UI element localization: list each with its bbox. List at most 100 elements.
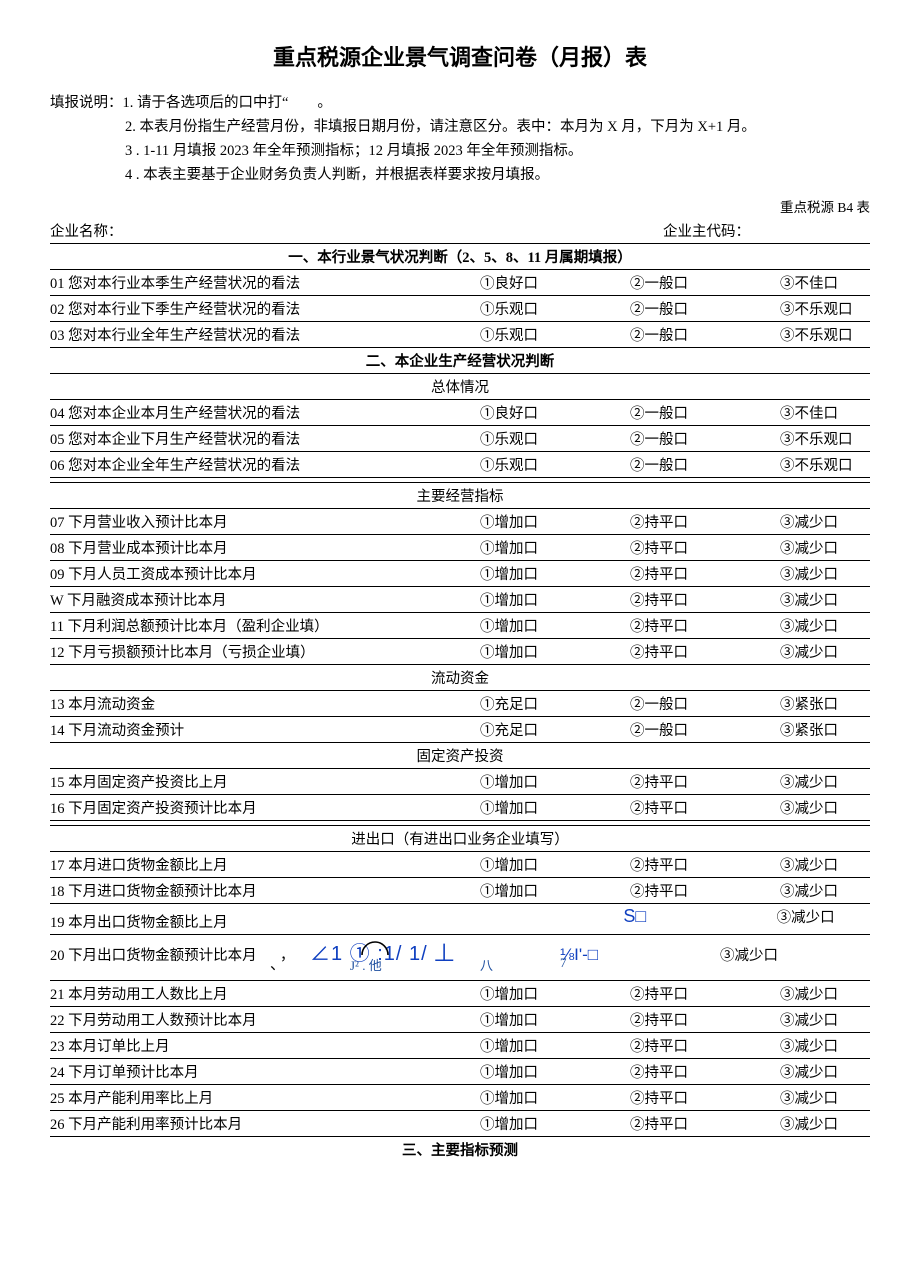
q20-opt2[interactable]: ⅛Ι'-□ <box>560 945 720 965</box>
q02-row: 02 您对本行业下季生产经营状况的看法 ①乐观口 ②一般口 ③不乐观口 <box>50 296 870 322</box>
q12-opt2[interactable]: ②持平口 <box>570 641 720 662</box>
q17-opt2[interactable]: ②持平口 <box>570 854 720 875</box>
q11-opt3[interactable]: ③减少口 <box>720 615 870 636</box>
q24-label: 24 下月订单预计比本月 <box>50 1061 390 1082</box>
q05-opt2[interactable]: ②一般口 <box>570 428 720 449</box>
q03-opt3[interactable]: ③不乐观口 <box>720 324 870 345</box>
q26-opt2[interactable]: ②持平口 <box>570 1113 720 1134</box>
q20-quote-mark: 、 <box>270 953 285 974</box>
q11-label: 11 下月利润总额预计比本月（盈利企业填） <box>50 615 390 636</box>
q23-opt1[interactable]: ①增加口 <box>390 1035 570 1056</box>
q01-opt2[interactable]: ②一般口 <box>570 272 720 293</box>
q18-opt3[interactable]: ③减少口 <box>720 880 870 901</box>
q09-opt3[interactable]: ③减少口 <box>720 563 870 584</box>
q09-opt1[interactable]: ①增加口 <box>390 563 570 584</box>
section-2-header: 二、本企业生产经营状况判断 <box>50 348 870 374</box>
q11-opt2[interactable]: ②持平口 <box>570 615 720 636</box>
q22-opt3[interactable]: ③减少口 <box>720 1009 870 1030</box>
q03-opt2[interactable]: ②一般口 <box>570 324 720 345</box>
q05-opt3[interactable]: ③不乐观口 <box>720 428 870 449</box>
q26-row: 26 下月产能利用率预计比本月 ①增加口 ②持平口 ③减少口 <box>50 1111 870 1137</box>
q02-opt3[interactable]: ③不乐观口 <box>720 298 870 319</box>
q22-opt2[interactable]: ②持平口 <box>570 1009 720 1030</box>
q14-row: 14 下月流动资金预计 ①充足口 ②一般口 ③紧张口 <box>50 717 870 743</box>
q07-opt3[interactable]: ③减少口 <box>720 511 870 532</box>
company-name-label: 企业名称： <box>50 220 123 241</box>
q18-row: 18 下月进口货物金额预计比本月 ①增加口 ②持平口 ③减少口 <box>50 878 870 904</box>
q18-opt1[interactable]: ①增加口 <box>390 880 570 901</box>
q01-opt3[interactable]: ③不佳口 <box>720 272 870 293</box>
q04-opt2[interactable]: ②一般口 <box>570 402 720 423</box>
q04-opt1[interactable]: ①良好口 <box>390 402 570 423</box>
q20-label: 20 下月出口货物金额预计比本月 <box>50 944 280 965</box>
q09-opt2[interactable]: ②持平口 <box>570 563 720 584</box>
q15-row: 15 本月固定资产投资比上月 ①增加口 ②持平口 ③减少口 <box>50 769 870 795</box>
q23-label: 23 本月订单比上月 <box>50 1035 390 1056</box>
q09-label: 09 下月人员工资成本预计比本月 <box>50 563 390 584</box>
q06-opt2[interactable]: ②一般口 <box>570 454 720 475</box>
q20-sub2: 八 <box>480 955 493 974</box>
q21-opt3[interactable]: ③减少口 <box>720 983 870 1004</box>
q24-opt3[interactable]: ③减少口 <box>720 1061 870 1082</box>
q17-opt3[interactable]: ③减少口 <box>720 854 870 875</box>
q16-opt3[interactable]: ③减少口 <box>720 797 870 818</box>
q25-label: 25 本月产能利用率比上月 <box>50 1087 390 1108</box>
q22-row: 22 下月劳动用工人数预计比本月 ①增加口 ②持平口 ③减少口 <box>50 1007 870 1033</box>
qW-opt2[interactable]: ②持平口 <box>570 589 720 610</box>
q01-opt1[interactable]: ①良好口 <box>390 272 570 293</box>
q22-label: 22 下月劳动用工人数预计比本月 <box>50 1009 390 1030</box>
q26-opt1[interactable]: ①增加口 <box>390 1113 570 1134</box>
q17-opt1[interactable]: ①增加口 <box>390 854 570 875</box>
q25-opt3[interactable]: ③减少口 <box>720 1087 870 1108</box>
q24-opt1[interactable]: ①增加口 <box>390 1061 570 1082</box>
q04-opt3[interactable]: ③不佳口 <box>720 402 870 423</box>
q12-opt3[interactable]: ③减少口 <box>720 641 870 662</box>
q21-label: 21 本月劳动用工人数比上月 <box>50 983 390 1004</box>
q06-opt1[interactable]: ①乐观口 <box>390 454 570 475</box>
q14-opt2[interactable]: ②一般口 <box>570 719 720 740</box>
q19-opt3[interactable]: ③减少口 <box>717 906 870 927</box>
q05-opt1[interactable]: ①乐观口 <box>390 428 570 449</box>
q15-opt1[interactable]: ①增加口 <box>390 771 570 792</box>
q25-opt2[interactable]: ②持平口 <box>570 1087 720 1108</box>
q03-opt1[interactable]: ①乐观口 <box>390 324 570 345</box>
q07-opt1[interactable]: ①增加口 <box>390 511 570 532</box>
q15-opt3[interactable]: ③减少口 <box>720 771 870 792</box>
q23-opt2[interactable]: ②持平口 <box>570 1035 720 1056</box>
q20-opt3[interactable]: ③减少口 <box>720 944 870 965</box>
q07-label: 07 下月营业收入预计比本月 <box>50 511 390 532</box>
q16-opt2[interactable]: ②持平口 <box>570 797 720 818</box>
q13-opt1[interactable]: ①充足口 <box>390 693 570 714</box>
qW-opt3[interactable]: ③减少口 <box>720 589 870 610</box>
q19-label: 19 本月出口货物金额比上月 <box>50 911 390 932</box>
q08-opt2[interactable]: ②持平口 <box>570 537 720 558</box>
q14-opt1[interactable]: ①充足口 <box>390 719 570 740</box>
q23-opt3[interactable]: ③减少口 <box>720 1035 870 1056</box>
q13-opt2[interactable]: ②一般口 <box>570 693 720 714</box>
q02-opt2[interactable]: ②一般口 <box>570 298 720 319</box>
q22-opt1[interactable]: ①增加口 <box>390 1009 570 1030</box>
q01-label: 01 您对本行业本季生产经营状况的看法 <box>50 272 390 293</box>
sub-liquid: 流动资金 <box>50 665 870 691</box>
q13-opt3[interactable]: ③紧张口 <box>720 693 870 714</box>
q24-opt2[interactable]: ②持平口 <box>570 1061 720 1082</box>
q18-opt2[interactable]: ②持平口 <box>570 880 720 901</box>
q21-opt2[interactable]: ②持平口 <box>570 983 720 1004</box>
q19-opt2[interactable]: S□ <box>573 906 716 927</box>
q16-opt1[interactable]: ①增加口 <box>390 797 570 818</box>
q21-opt1[interactable]: ①增加口 <box>390 983 570 1004</box>
q11-opt1[interactable]: ①增加口 <box>390 615 570 636</box>
qW-opt1[interactable]: ①增加口 <box>390 589 570 610</box>
q25-opt1[interactable]: ①增加口 <box>390 1087 570 1108</box>
q14-opt3[interactable]: ③紧张口 <box>720 719 870 740</box>
q06-opt3[interactable]: ③不乐观口 <box>720 454 870 475</box>
q08-opt1[interactable]: ①增加口 <box>390 537 570 558</box>
q02-opt1[interactable]: ①乐观口 <box>390 298 570 319</box>
q07-opt2[interactable]: ②持平口 <box>570 511 720 532</box>
q12-opt1[interactable]: ①增加口 <box>390 641 570 662</box>
q19-opt1[interactable] <box>390 906 573 927</box>
q26-opt3[interactable]: ③减少口 <box>720 1113 870 1134</box>
q08-opt3[interactable]: ③减少口 <box>720 537 870 558</box>
q15-opt2[interactable]: ②持平口 <box>570 771 720 792</box>
q21-row: 21 本月劳动用工人数比上月 ①增加口 ②持平口 ③减少口 <box>50 981 870 1007</box>
